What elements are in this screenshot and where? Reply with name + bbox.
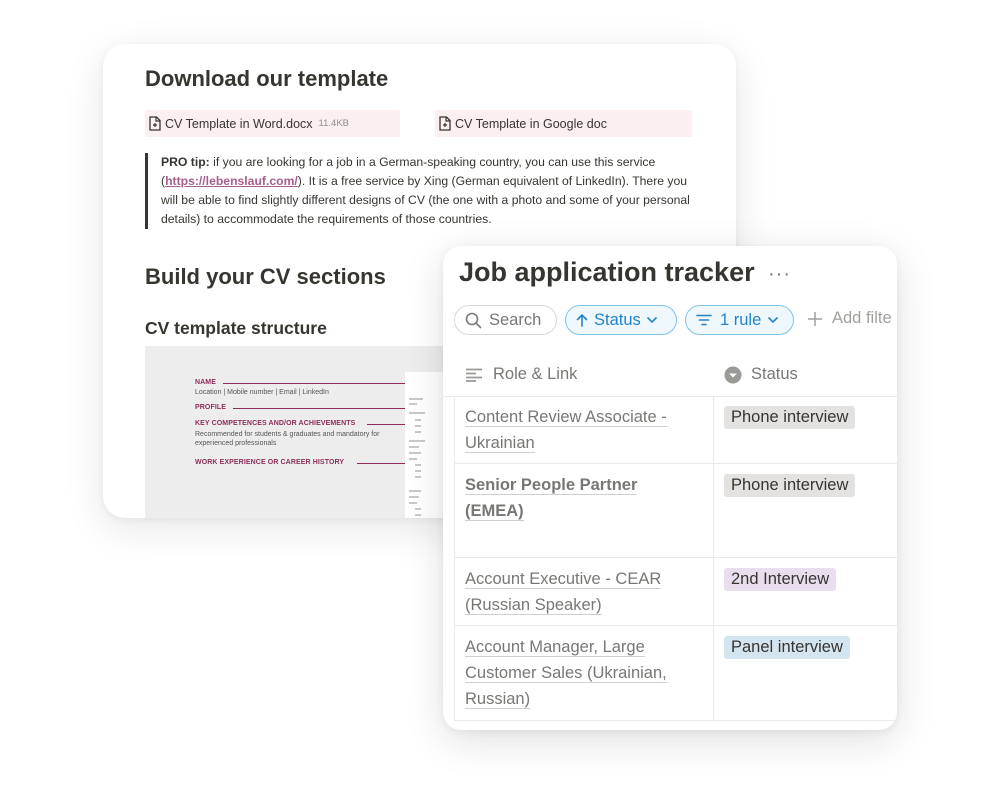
role-link[interactable]: Account Executive - CEAR (Russian Speaker… (465, 566, 700, 618)
rule-filter-label: 1 rule (720, 310, 762, 329)
text-lines-icon (466, 368, 482, 382)
arrow-icon (223, 380, 416, 386)
filter-icon (696, 314, 712, 326)
status-filter-label: Status (594, 310, 641, 329)
add-filter-button[interactable]: Add filte (807, 309, 892, 328)
lebenslauf-link[interactable]: https://lebenslauf.com/ (165, 174, 298, 188)
cv-competences-sub-2: experienced professionals (195, 440, 277, 447)
table-divider (454, 396, 455, 721)
cv-experience-label: WORK EXPERIENCE OR CAREER HISTORY (195, 459, 345, 466)
column-header-role-label: Role & Link (493, 365, 578, 383)
file-icon (149, 116, 161, 131)
cv-profile-label: PROFILE (195, 404, 227, 411)
pro-tip-label: PRO tip: (161, 155, 210, 169)
column-header-status-label: Status (751, 365, 798, 383)
status-select-icon (724, 366, 742, 383)
role-link[interactable]: Senior People Partner (EMEA) (465, 472, 700, 524)
rule-filter[interactable]: 1 rule (685, 305, 794, 335)
more-options-icon[interactable]: ··· (768, 263, 791, 286)
status-tag[interactable]: 2nd Interview (724, 568, 837, 591)
role-link[interactable]: Account Manager, Large Customer Sales (Uk… (465, 634, 700, 712)
arrow-icon (233, 405, 416, 411)
arrow-up-icon (576, 313, 588, 327)
file-name: CV Template in Google doc (455, 116, 607, 131)
chevron-down-icon (768, 316, 779, 324)
google-doc-template-file[interactable]: CV Template in Google doc (435, 110, 692, 137)
status-tag[interactable]: Phone interview (724, 406, 856, 429)
cv-competences-sub-1: Recommended for students & graduates and… (195, 431, 380, 438)
status-tag[interactable]: Phone interview (724, 474, 856, 497)
tracker-title: Job application tracker (459, 257, 755, 287)
search-button[interactable]: Search (454, 305, 557, 335)
cv-template-preview: NAME Location | Mobile number | Email | … (145, 346, 455, 518)
search-label: Search (489, 310, 542, 329)
cv-name-sub: Location | Mobile number | Email | Linke… (195, 389, 329, 396)
cv-name-label: NAME (195, 379, 217, 386)
download-heading: Download our template (145, 66, 389, 91)
add-filter-label: Add filte (832, 309, 892, 327)
plus-icon (808, 311, 822, 326)
file-size: 11.4KB (318, 118, 349, 129)
table-divider (443, 396, 897, 397)
status-tag[interactable]: Panel interview (724, 636, 850, 659)
status-sort-filter[interactable]: Status (565, 305, 677, 335)
cv-structure-heading: CV template structure (145, 318, 327, 338)
build-cv-heading: Build your CV sections (145, 264, 386, 289)
search-icon (465, 312, 482, 328)
role-link[interactable]: Content Review Associate - Ukrainian (465, 404, 700, 456)
pro-tip-callout: PRO tip: if you are looking for a job in… (145, 153, 691, 229)
cv-competences-label: KEY COMPETENCES AND/OR ACHIEVEMENTS (195, 420, 356, 427)
file-icon (439, 116, 451, 131)
column-header-role[interactable]: Role & Link (465, 365, 577, 384)
column-header-status[interactable]: Status (724, 365, 798, 384)
table-divider (454, 463, 897, 464)
table-divider (454, 625, 897, 626)
table-divider (713, 396, 714, 721)
word-template-file[interactable]: CV Template in Word.docx 11.4KB (145, 110, 400, 137)
chevron-down-icon (646, 316, 657, 324)
file-name: CV Template in Word.docx (165, 116, 313, 131)
job-tracker-card: Job application tracker ··· Search Statu… (443, 246, 897, 730)
table-divider (454, 557, 897, 558)
table-divider (454, 720, 897, 721)
